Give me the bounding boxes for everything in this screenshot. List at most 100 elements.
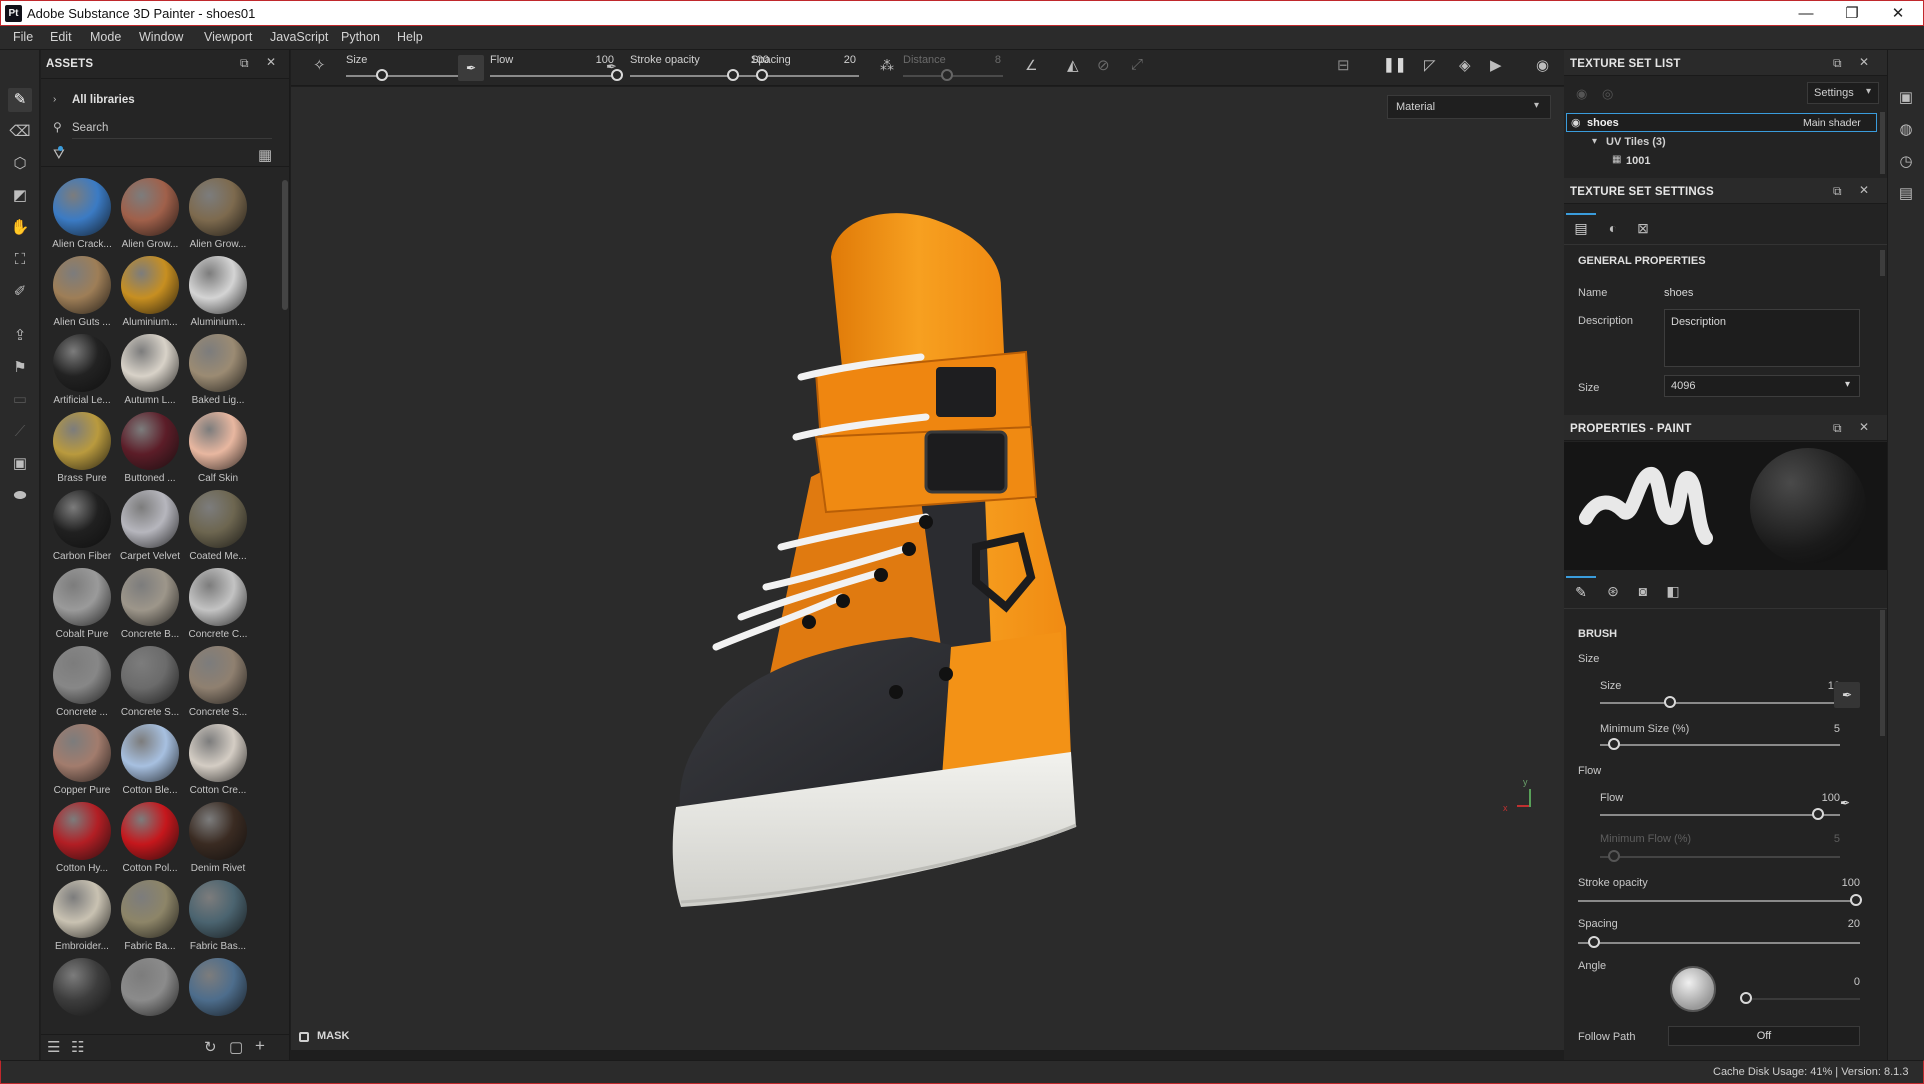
asset-item[interactable]: Aluminium... (115, 256, 185, 332)
undock-icon[interactable]: ⧉ (1833, 56, 1842, 71)
visibility-icon[interactable]: ◉ (1576, 86, 1587, 102)
grid-view-icon[interactable]: ▦ (258, 146, 272, 164)
asset-item[interactable]: Artificial Le... (47, 334, 117, 410)
asset-item[interactable]: Fabric Ba... (115, 880, 185, 956)
asset-item[interactable]: Carpet Velvet (115, 490, 185, 566)
pen-pressure-size-button[interactable]: ✒ (1834, 682, 1860, 708)
angle-dial[interactable] (1670, 966, 1716, 1012)
asset-item[interactable]: Concrete S... (115, 646, 185, 722)
screenshot-icon[interactable]: ◉ (1536, 56, 1549, 74)
menu-edit[interactable]: Edit (50, 30, 72, 44)
menu-window[interactable]: Window (139, 30, 183, 44)
undock-icon[interactable]: ⧉ (1833, 421, 1842, 436)
restore-button[interactable]: ❐ (1829, 3, 1875, 25)
follow-path-toggle[interactable]: Off (1668, 1026, 1860, 1046)
asset-item[interactable]: Cotton Pol... (115, 802, 185, 878)
tab-alpha[interactable]: ⊛ (1598, 578, 1628, 606)
texture-set-panel-icon[interactable]: ▣ (1894, 86, 1918, 110)
uv-icon[interactable]: ⬬ (8, 484, 32, 508)
asset-item[interactable]: Concrete S... (183, 646, 253, 722)
smudge-icon[interactable]: ✋ (8, 216, 32, 240)
asset-item[interactable]: Alien Crack... (47, 178, 117, 254)
asset-item[interactable]: Aluminium... (183, 256, 253, 332)
opt-spacing-value[interactable]: 20 (826, 54, 856, 66)
prop-stroke-value[interactable]: 100 (1820, 877, 1860, 889)
log-icon[interactable]: ▤ (1894, 182, 1918, 206)
pen-pressure-flow-icon[interactable]: ✒ (1840, 796, 1850, 810)
shader-label[interactable]: Main shader (1803, 117, 1861, 129)
tss-size-dropdown[interactable]: 4096 ▾ (1664, 375, 1860, 397)
eraser-icon[interactable]: ⌫ (8, 120, 32, 144)
tab-material[interactable]: ◧ (1658, 578, 1688, 606)
polygon-fill-icon[interactable]: ◩ (8, 184, 32, 208)
render-icon[interactable]: ▶ (1490, 56, 1502, 74)
asset-item[interactable]: Carbon Fiber (47, 490, 117, 566)
tss-description-field[interactable]: Description (1664, 309, 1860, 367)
refresh-icon[interactable]: ↻ (204, 1038, 217, 1056)
camera-icon[interactable]: ▣ (8, 452, 32, 476)
asset-item[interactable]: Calf Skin (183, 412, 253, 488)
prop-spacing-slider[interactable] (1578, 942, 1860, 944)
library-selector[interactable]: All libraries (72, 94, 135, 106)
brush-preset-icon[interactable]: ✧ (313, 56, 326, 74)
opt-distance-knob[interactable] (941, 69, 953, 81)
opt-distance-value[interactable]: 8 (971, 54, 1001, 66)
tab-mesh-maps[interactable]: ◐ (1598, 215, 1628, 243)
menu-mode[interactable]: Mode (90, 30, 121, 44)
asset-item[interactable]: Alien Grow... (115, 178, 185, 254)
prop-min-size-knob[interactable] (1608, 738, 1620, 750)
prop-min-flow-slider[interactable] (1600, 856, 1840, 858)
camera-view-icon[interactable]: ◸ (1424, 56, 1436, 74)
asset-item[interactable]: Concrete C... (183, 568, 253, 644)
asset-item[interactable] (183, 958, 253, 1034)
asset-item[interactable]: Alien Guts ... (47, 256, 117, 332)
close-button[interactable]: ✕ (1875, 3, 1921, 25)
asset-item[interactable]: Autumn L... (115, 334, 185, 410)
minimize-button[interactable]: — (1783, 3, 1829, 25)
asset-item[interactable]: Coated Me... (183, 490, 253, 566)
prop-spacing-value[interactable]: 20 (1820, 918, 1860, 930)
opt-size-knob[interactable] (376, 69, 388, 81)
details-view-icon[interactable]: ☷ (71, 1038, 84, 1056)
asset-item[interactable]: Cotton Hy... (47, 802, 117, 878)
prop-min-size-value[interactable]: 5 (1800, 723, 1840, 735)
prop-size-slider[interactable] (1600, 702, 1840, 704)
transform-icon[interactable]: ⤢ (1131, 56, 1143, 73)
asset-item[interactable]: Brass Pure (47, 412, 117, 488)
asset-item[interactable] (115, 958, 185, 1034)
opt-stroke-knob[interactable] (727, 69, 739, 81)
asset-item[interactable]: Cobalt Pure (47, 568, 117, 644)
prop-flow-knob[interactable] (1812, 808, 1824, 820)
asset-item[interactable]: Concrete ... (47, 646, 117, 722)
symmetry-radial-icon[interactable]: ⊘ (1097, 56, 1110, 74)
tss-scrollbar[interactable] (1880, 250, 1885, 276)
asset-item[interactable]: Denim Rivet (183, 802, 253, 878)
lazy-mouse-icon[interactable]: ⁂ (880, 57, 894, 74)
menu-viewport[interactable]: Viewport (204, 30, 252, 44)
bake-icon[interactable]: ⇪ (8, 324, 32, 348)
measure-icon[interactable]: ⟋ (8, 420, 32, 444)
prop-spacing-knob[interactable] (1588, 936, 1600, 948)
add-asset-icon[interactable]: + (255, 1036, 265, 1056)
projection-icon[interactable]: ⬡ (8, 152, 32, 176)
close-panel-icon[interactable]: ✕ (1859, 183, 1869, 197)
asset-item[interactable]: Concrete B... (115, 568, 185, 644)
prop-stroke-knob[interactable] (1850, 894, 1862, 906)
close-panel-icon[interactable]: ✕ (1859, 55, 1869, 69)
menu-python[interactable]: Python (341, 30, 380, 44)
chevron-right-icon[interactable]: › (53, 94, 56, 105)
clone-icon[interactable]: ⛶ (8, 248, 32, 272)
chevron-down-icon[interactable]: ▾ (1592, 136, 1597, 147)
properties-scrollbar[interactable] (1880, 610, 1885, 736)
asset-item[interactable]: Embroider... (47, 880, 117, 956)
prop-angle-slider[interactable] (1740, 998, 1860, 1000)
tss-name-value[interactable]: shoes (1664, 287, 1693, 299)
asset-item[interactable]: Cotton Cre... (183, 724, 253, 800)
pen-pressure-flow-icon[interactable]: ✒ (606, 59, 617, 75)
opt-size-slider[interactable] (346, 75, 474, 77)
prop-flow-slider[interactable] (1600, 814, 1840, 816)
uv-tiles-group[interactable]: UV Tiles (3) (1606, 136, 1666, 148)
prop-size-knob[interactable] (1664, 696, 1676, 708)
tab-brush[interactable]: ✎ (1566, 576, 1596, 606)
opt-flow-slider[interactable] (490, 75, 618, 77)
